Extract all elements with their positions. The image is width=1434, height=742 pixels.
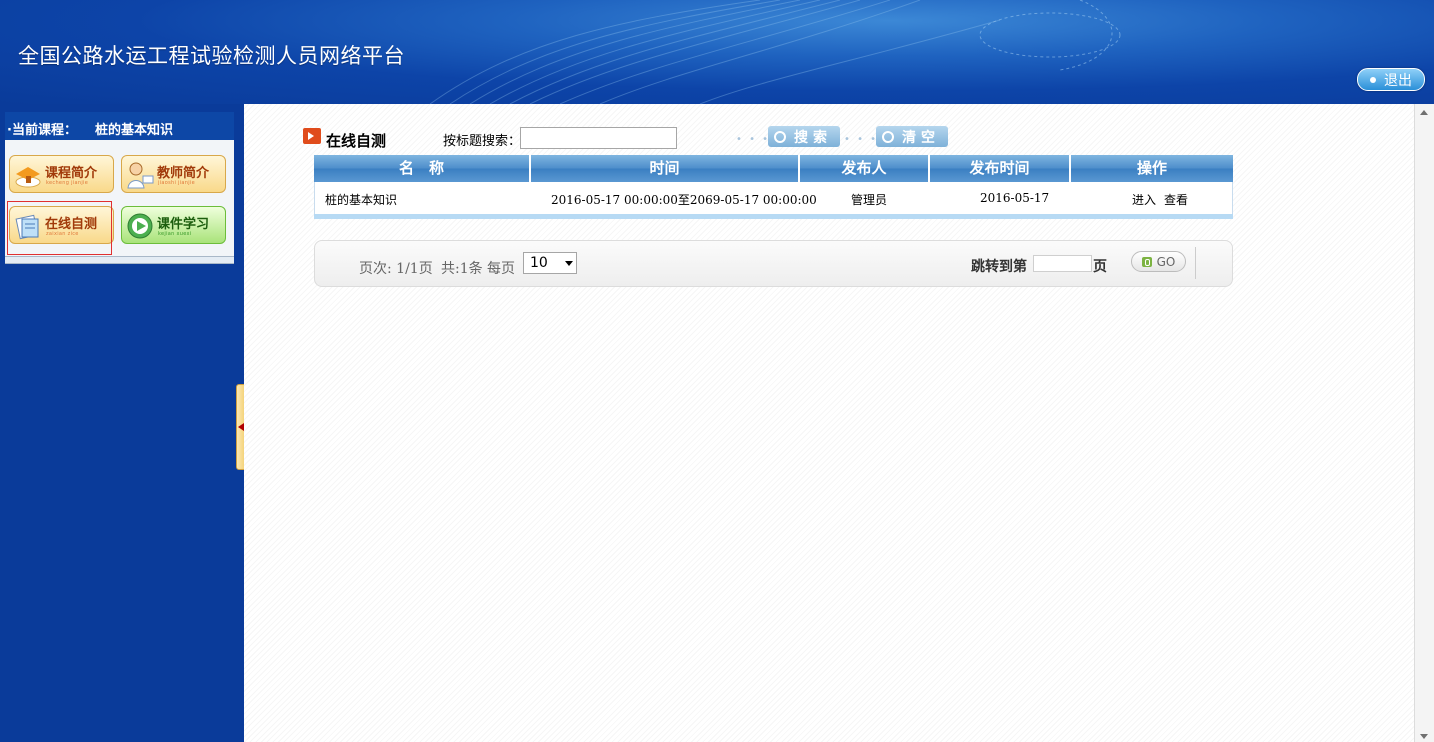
scroll-up-icon[interactable] [1420, 110, 1428, 115]
course-hat-icon [15, 167, 41, 188]
dots-decoration: • • • [844, 134, 879, 145]
chevron-down-icon [565, 261, 573, 266]
enter-link[interactable]: 进入 [1132, 191, 1156, 208]
column-header-name: 名 称 [314, 155, 531, 182]
menu-courseware[interactable]: 课件学习 kejian xuexi [121, 206, 226, 244]
current-course-value: 桩的基本知识 [95, 123, 174, 138]
go-button[interactable]: GO [1131, 251, 1186, 272]
logout-dot-icon [1370, 76, 1376, 83]
logout-button[interactable]: 退出 [1357, 68, 1425, 91]
site-title: 全国公路水运工程试验检测人员网络平台 [18, 44, 405, 68]
table-header: 名 称 时间 发布人 发布时间 操作 [314, 155, 1233, 182]
per-page-value: 10 [530, 255, 548, 271]
scroll-down-icon[interactable] [1420, 734, 1428, 739]
sidebar: ·当前课程： 桩的基本知识 [0, 104, 236, 742]
table-footer-bar [314, 214, 1233, 219]
per-page-select[interactable]: 10 [523, 252, 577, 274]
menu-course-intro[interactable]: 课程简介 kecheng jianjie [9, 155, 114, 193]
logout-label: 退出 [1384, 72, 1412, 89]
column-header-publisher: 发布人 [800, 155, 930, 182]
current-course-bar: ·当前课程： 桩的基本知识 [5, 112, 234, 142]
search-button-label: 搜索 [794, 129, 832, 146]
column-header-publish-date: 发布时间 [930, 155, 1071, 182]
search-button[interactable]: 搜索 [768, 126, 840, 147]
clear-ring-icon [882, 130, 894, 143]
teacher-icon [127, 162, 154, 189]
menu-sublabel: kejian xuexi [158, 231, 192, 237]
jump-suffix: 页 [1093, 259, 1107, 275]
search-input[interactable] [520, 127, 677, 149]
go-label: GO [1156, 254, 1176, 269]
current-course-label: ·当前课程： [7, 123, 77, 138]
cell-publish-date: 2016-05-17 [980, 191, 1050, 205]
vertical-scrollbar[interactable] [1414, 104, 1434, 742]
clear-button[interactable]: 清空 [876, 126, 948, 147]
page-info: 页次: 1/1页 [359, 261, 433, 277]
jump-prefix: 跳转到第 [971, 259, 1027, 275]
search-ring-icon [774, 130, 786, 143]
page-header: 全国公路水运工程试验检测人员网络平台 退出 [0, 0, 1434, 104]
go-icon [1141, 256, 1152, 267]
menu-sublabel: jiaoshi jianjie [158, 180, 196, 186]
pagination-bar: 页次: 1/1页 共:1条 每页 10 跳转到第 页 GO [314, 240, 1233, 287]
menu-label: 教师简介 [157, 166, 210, 181]
section-title: 在线自测 [326, 132, 387, 150]
search-label: 按标题搜索： [443, 134, 522, 149]
cell-time: 2016-05-17 00:00:00至2069-05-17 00:00:00 [551, 193, 817, 207]
column-header-actions: 操作 [1136, 159, 1167, 177]
section-arrow-icon [303, 128, 321, 144]
selected-menu-highlight [7, 201, 112, 255]
course-menu-divider [5, 256, 234, 264]
table-row: 桩的基本知识 2016-05-17 00:00:00至2069-05-17 00… [314, 182, 1233, 214]
jump-page-input[interactable] [1033, 255, 1092, 272]
menu-label: 课程简介 [45, 166, 98, 181]
total-count: 共:1条 [441, 261, 483, 277]
menu-label: 课件学习 [157, 217, 210, 232]
cell-publisher: 管理员 [851, 193, 888, 207]
per-page-label: 每页 [487, 261, 515, 277]
play-icon [127, 213, 153, 239]
menu-teacher-intro[interactable]: 教师简介 jiaoshi jianjie [121, 155, 226, 193]
view-link[interactable]: 查看 [1164, 191, 1188, 208]
cell-name: 桩的基本知识 [325, 193, 398, 207]
pager-divider [1195, 247, 1196, 279]
dots-decoration: • • • [736, 134, 771, 145]
clear-button-label: 清空 [902, 129, 940, 146]
column-header-time: 时间 [531, 155, 800, 182]
menu-sublabel: kecheng jianjie [46, 180, 89, 186]
